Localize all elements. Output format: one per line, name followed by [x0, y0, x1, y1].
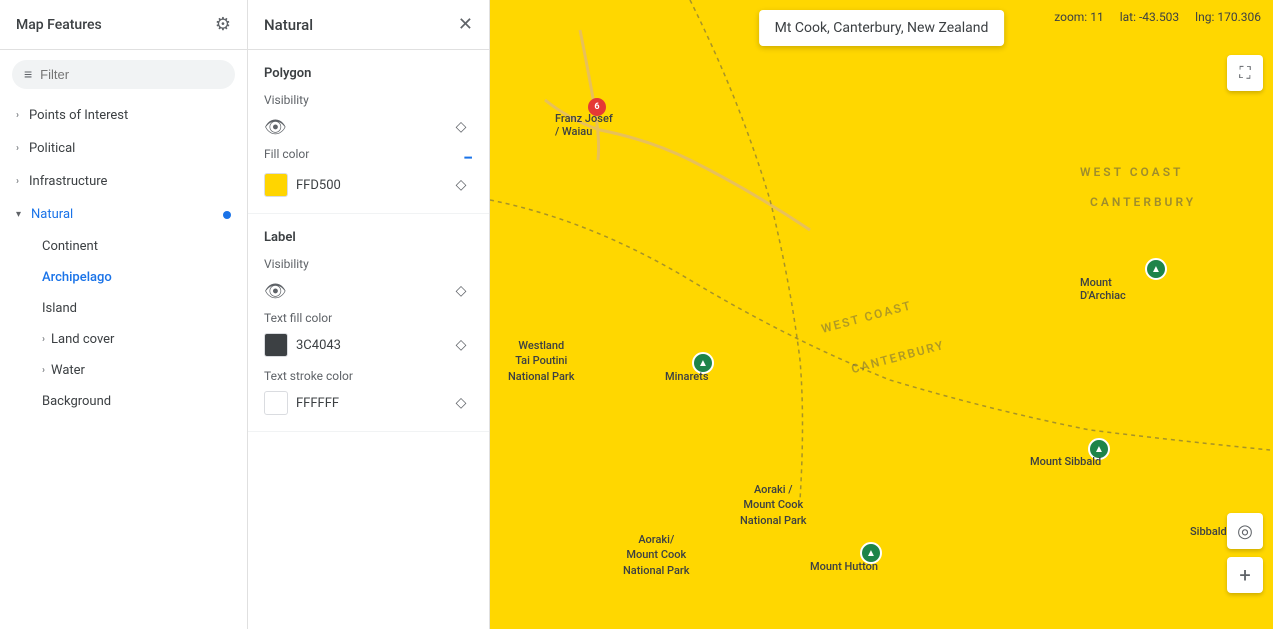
- diamond-btn-label-vis[interactable]: ◇: [449, 279, 473, 303]
- label-section: Label Visibility 👁 ◇ Text fill color 3C4…: [248, 214, 489, 432]
- label-heading: Label: [264, 230, 473, 245]
- gear-icon[interactable]: ⚙: [215, 14, 231, 35]
- locate-icon: ◎: [1237, 521, 1253, 542]
- sidebar-sub-archipelago[interactable]: Archipelago: [0, 262, 247, 293]
- sidebar-sub-land-cover[interactable]: › Land cover: [0, 324, 247, 355]
- panel-title: Natural: [264, 16, 313, 34]
- sidebar-sub-island-label: Island: [42, 301, 77, 316]
- filter-icon: ≡: [24, 66, 32, 83]
- sidebar-sub-island[interactable]: Island: [0, 293, 247, 324]
- map-container[interactable]: zoom: 11 lat: -43.503 lng: 170.306 Mt Co…: [490, 0, 1273, 629]
- polygon-visibility-row: 👁 ◇: [264, 115, 473, 139]
- eye-icon[interactable]: 👁: [264, 117, 287, 138]
- label-visibility-row: 👁 ◇: [264, 279, 473, 303]
- sidebar-item-points-of-interest[interactable]: › Points of Interest: [0, 99, 247, 132]
- minus-btn[interactable]: −: [463, 148, 473, 169]
- middle-panel: Natural ✕ Polygon Visibility 👁 ◇ Fill co…: [248, 0, 490, 629]
- mountain-icon-minarets: ▲: [698, 358, 708, 369]
- fill-color-swatch: [264, 173, 288, 197]
- franz-josef-marker: 6: [588, 98, 606, 116]
- chevron-right-icon: ›: [16, 176, 19, 187]
- fullscreen-icon: ⛶: [1239, 63, 1250, 83]
- mount-sibbald-marker: ▲: [1088, 438, 1110, 460]
- text-stroke-color-value: FFFFFF: [296, 396, 339, 411]
- marker-value: 6: [594, 102, 599, 112]
- chevron-right-icon: ›: [42, 365, 45, 376]
- text-stroke-color-swatch: [264, 391, 288, 415]
- sidebar-item-natural[interactable]: ▾ Natural: [0, 198, 247, 231]
- sidebar-item-political[interactable]: › Political: [0, 132, 247, 165]
- chevron-down-icon: ▾: [16, 209, 21, 220]
- fill-color-label: Fill color: [264, 147, 309, 161]
- fill-color-picker[interactable]: FFD500: [264, 173, 341, 197]
- polygon-visibility-label: Visibility: [264, 93, 473, 107]
- panel-header: Natural ✕: [248, 0, 489, 50]
- chevron-right-icon: ›: [16, 110, 19, 121]
- fill-color-value: FFD500: [296, 178, 341, 193]
- mountain-icon: ▲: [1151, 264, 1161, 275]
- text-fill-color-picker[interactable]: 3C4043: [264, 333, 341, 357]
- mount-darchiac-marker: ▲: [1145, 258, 1167, 280]
- sidebar-sub-land-cover-label: Land cover: [51, 332, 114, 347]
- minarets-marker: ▲: [692, 352, 714, 374]
- map-svg: [490, 0, 1273, 629]
- diamond-btn-visibility[interactable]: ◇: [449, 115, 473, 139]
- close-icon[interactable]: ✕: [458, 14, 473, 35]
- sidebar-item-natural-label: Natural: [31, 207, 73, 222]
- text-stroke-color-label: Text stroke color: [264, 369, 473, 383]
- text-stroke-color-picker[interactable]: FFFFFF: [264, 391, 339, 415]
- diamond-btn-fill[interactable]: ◇: [449, 173, 473, 197]
- sidebar-item-political-label: Political: [29, 141, 75, 156]
- polygon-heading: Polygon: [264, 66, 473, 81]
- eye-icon-label[interactable]: 👁: [264, 281, 287, 302]
- active-dot: [223, 211, 231, 219]
- text-fill-color-swatch: [264, 333, 288, 357]
- sidebar-sub-background[interactable]: Background: [0, 386, 247, 417]
- sidebar-item-poi-label: Points of Interest: [29, 108, 128, 123]
- sidebar: Map Features ⚙ ≡ › Points of Interest › …: [0, 0, 248, 629]
- chevron-right-icon: ›: [42, 334, 45, 345]
- zoom-plus-button[interactable]: +: [1227, 557, 1263, 593]
- sidebar-header: Map Features ⚙: [0, 0, 247, 50]
- filter-input[interactable]: [40, 67, 223, 82]
- mountain-icon-sibbald: ▲: [1094, 444, 1104, 455]
- mount-hutton-marker: ▲: [860, 542, 882, 564]
- sidebar-title: Map Features: [16, 17, 102, 33]
- filter-box[interactable]: ≡: [12, 60, 235, 89]
- sidebar-sub-continent-label: Continent: [42, 239, 98, 254]
- diamond-btn-text-stroke[interactable]: ◇: [449, 391, 473, 415]
- sidebar-sub-archipelago-label: Archipelago: [42, 270, 112, 285]
- diamond-btn-text-fill[interactable]: ◇: [449, 333, 473, 357]
- sidebar-sub-water-label: Water: [51, 363, 85, 378]
- fullscreen-button[interactable]: ⛶: [1227, 55, 1263, 91]
- text-fill-color-value: 3C4043: [296, 338, 341, 353]
- sidebar-sub-background-label: Background: [42, 394, 111, 409]
- sidebar-item-infrastructure-label: Infrastructure: [29, 174, 107, 189]
- mountain-icon-hutton: ▲: [866, 548, 876, 559]
- sidebar-sub-water[interactable]: › Water: [0, 355, 247, 386]
- sidebar-sub-continent[interactable]: Continent: [0, 231, 247, 262]
- fill-color-row: Fill color −: [264, 147, 473, 169]
- plus-icon: +: [1239, 563, 1250, 587]
- chevron-right-icon: ›: [16, 143, 19, 154]
- sidebar-item-infrastructure[interactable]: › Infrastructure: [0, 165, 247, 198]
- text-fill-color-label: Text fill color: [264, 311, 473, 325]
- label-visibility-label: Visibility: [264, 257, 473, 271]
- polygon-section: Polygon Visibility 👁 ◇ Fill color − FFD5…: [248, 50, 489, 214]
- locate-button[interactable]: ◎: [1227, 513, 1263, 549]
